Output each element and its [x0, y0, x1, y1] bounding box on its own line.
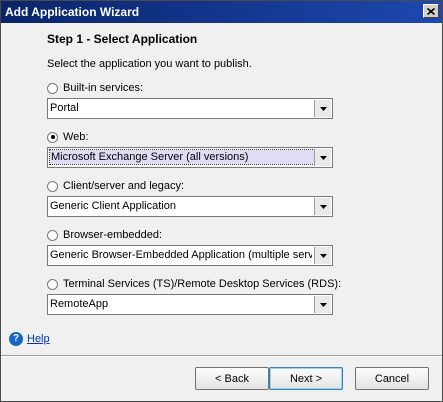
built-in-services-dropdown[interactable]: Portal — [47, 98, 333, 119]
help-link[interactable]: Help — [27, 333, 50, 345]
chevron-down-icon — [319, 204, 327, 209]
dropdown-value: Portal — [50, 102, 79, 114]
cancel-button[interactable]: Cancel — [355, 367, 429, 390]
dropdown-button[interactable] — [314, 100, 331, 117]
title-bar: Add Application Wizard — [1, 1, 442, 23]
close-button[interactable] — [423, 4, 439, 18]
radio-button[interactable] — [47, 229, 58, 241]
wizard-window: Add Application Wizard Step 1 - Select A… — [0, 0, 443, 402]
radio-label: Web: — [63, 131, 89, 143]
radio-terminal-services[interactable]: Terminal Services (TS)/Remote Desktop Se… — [47, 277, 341, 291]
radio-label: Browser-embedded: — [63, 229, 163, 241]
wizard-content: Step 1 - Select Application Select the a… — [1, 23, 442, 355]
help-icon[interactable]: ? — [9, 332, 23, 346]
back-button[interactable]: < Back — [195, 367, 269, 390]
next-button[interactable]: Next > — [269, 367, 343, 390]
dropdown-value: Generic Client Application — [50, 200, 176, 212]
radio-label: Built-in services: — [63, 82, 144, 94]
client-server-dropdown[interactable]: Generic Client Application — [47, 196, 333, 217]
radio-label: Terminal Services (TS)/Remote Desktop Se… — [63, 278, 342, 290]
step-title: Step 1 - Select Application — [47, 32, 198, 46]
dropdown-value: Microsoft Exchange Server (all versions) — [49, 149, 315, 165]
help-link-group[interactable]: ? Help — [9, 332, 50, 346]
chevron-down-icon — [319, 106, 327, 111]
chevron-down-icon — [319, 253, 327, 258]
radio-button[interactable] — [47, 131, 58, 143]
instructions-text: Select the application you want to publi… — [47, 58, 252, 70]
close-icon — [427, 7, 435, 15]
radio-button[interactable] — [47, 278, 58, 290]
dropdown-button[interactable] — [314, 247, 331, 264]
web-dropdown[interactable]: Microsoft Exchange Server (all versions) — [47, 147, 333, 168]
radio-browser-embedded[interactable]: Browser-embedded: — [47, 228, 162, 242]
radio-label: Client/server and legacy: — [63, 180, 185, 192]
radio-built-in-services[interactable]: Built-in services: — [47, 81, 143, 95]
chevron-down-icon — [319, 302, 327, 307]
radio-button[interactable] — [47, 82, 58, 94]
footer-divider — [1, 355, 442, 357]
dropdown-value: RemoteApp — [50, 298, 109, 310]
terminal-services-dropdown[interactable]: RemoteApp — [47, 294, 333, 315]
browser-embedded-dropdown[interactable]: Generic Browser-Embedded Application (mu… — [47, 245, 333, 266]
dropdown-button[interactable] — [314, 296, 331, 313]
dropdown-button[interactable] — [314, 198, 331, 215]
dropdown-value: Generic Browser-Embedded Application (mu… — [50, 249, 312, 261]
dropdown-button[interactable] — [314, 149, 331, 166]
radio-button[interactable] — [47, 180, 58, 192]
radio-web[interactable]: Web: — [47, 130, 88, 144]
chevron-down-icon — [319, 155, 327, 160]
radio-client-server-legacy[interactable]: Client/server and legacy: — [47, 179, 184, 193]
window-title: Add Application Wizard — [5, 5, 140, 19]
